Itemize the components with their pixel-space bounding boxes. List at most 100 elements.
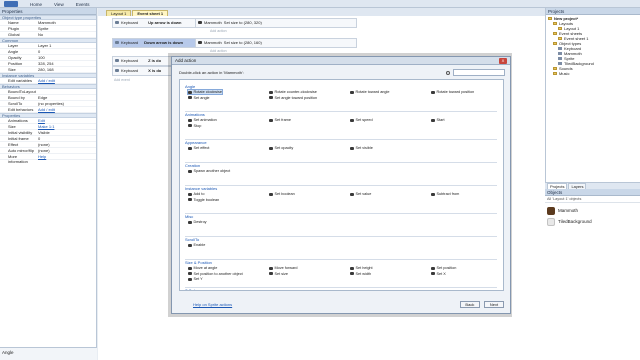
- action-item[interactable]: Start: [431, 118, 445, 122]
- action-text[interactable]: Set size to (280, 160): [224, 40, 262, 46]
- property-link[interactable]: Make 1:1: [36, 124, 96, 129]
- property-value[interactable]: Visible: [36, 130, 96, 135]
- property-name: Opacity: [8, 55, 22, 60]
- event-condition[interactable]: Z is do: [148, 58, 161, 64]
- property-name: Edit behaviors: [8, 107, 34, 112]
- action-item[interactable]: Set frame: [269, 118, 291, 122]
- property-value[interactable]: Mammoth: [36, 20, 96, 25]
- action-item[interactable]: Set angle: [188, 96, 210, 100]
- folder-icon: [553, 67, 557, 70]
- action-item[interactable]: Set value: [350, 192, 371, 196]
- event-condition[interactable]: Down arrow is down: [144, 40, 183, 46]
- action-item-label: Set speed: [355, 118, 373, 122]
- action-item[interactable]: Destroy: [188, 220, 207, 224]
- action-item[interactable]: Toggle boolean: [188, 198, 219, 202]
- property-value[interactable]: 0: [36, 49, 96, 54]
- object-list-item[interactable]: Mammoth: [547, 205, 638, 216]
- action-item[interactable]: Set opacity: [269, 146, 293, 150]
- action-category-header: Size & Position: [185, 260, 212, 265]
- keyboard-icon: [115, 41, 119, 44]
- action-item-label: Spawn another object: [193, 169, 231, 173]
- property-value[interactable]: (no properties): [36, 101, 96, 106]
- mammoth-icon: [431, 90, 435, 94]
- property-link[interactable]: Help: [36, 154, 96, 159]
- action-item[interactable]: Set size: [269, 272, 288, 276]
- action-item[interactable]: Rotate clockwise: [187, 89, 223, 95]
- action-item[interactable]: Move forward: [269, 266, 298, 270]
- action-item[interactable]: Set position to another object: [188, 272, 243, 276]
- action-item[interactable]: Subtract from: [431, 192, 459, 196]
- action-item[interactable]: Set angle toward position: [269, 96, 317, 100]
- action-item-label: Set visible: [355, 146, 373, 150]
- action-item[interactable]: Set speed: [350, 118, 373, 122]
- action-item-label: Toggle boolean: [193, 197, 220, 202]
- action-item[interactable]: Set Y: [188, 277, 203, 281]
- property-name: More information: [8, 154, 28, 164]
- help-link[interactable]: Help on Sprite actions: [193, 302, 232, 307]
- document-tabs: Layout 1 Event sheet 1: [98, 8, 545, 16]
- property-value[interactable]: Edge: [36, 95, 96, 100]
- property-row[interactable]: More information Help: [0, 154, 96, 164]
- folder-icon: [553, 22, 557, 25]
- action-object: Mammoth: [204, 40, 222, 45]
- action-item[interactable]: Set effect: [188, 146, 209, 150]
- property-value[interactable]: Sprite: [36, 26, 96, 31]
- action-item[interactable]: Add to: [188, 192, 204, 196]
- property-value[interactable]: Layer 1: [36, 43, 96, 48]
- action-item[interactable]: Set height: [350, 266, 373, 270]
- event-condition[interactable]: Up arrow is down: [148, 20, 181, 26]
- object-label: TiledBackground: [558, 219, 592, 224]
- tree-item[interactable]: Music: [548, 71, 638, 76]
- event-row[interactable]: Keyboard Up arrow is down Mammoth Set size…: [112, 18, 357, 28]
- action-item[interactable]: Move at angle: [188, 266, 217, 270]
- event-condition[interactable]: X is do: [148, 68, 161, 74]
- app-menu-icon[interactable]: [4, 1, 18, 7]
- menu-events[interactable]: Events: [76, 2, 90, 7]
- property-value[interactable]: No: [36, 32, 96, 37]
- action-item[interactable]: Set visible: [350, 146, 373, 150]
- add-event-link[interactable]: Add event: [114, 78, 130, 82]
- add-action-link[interactable]: Add action: [210, 29, 227, 33]
- mammoth-icon: [188, 118, 192, 122]
- action-item[interactable]: Stop: [188, 124, 201, 128]
- action-item[interactable]: Enable: [188, 243, 205, 247]
- action-item[interactable]: Set width: [350, 272, 371, 276]
- action-item[interactable]: Set boolean: [269, 192, 295, 196]
- property-value[interactable]: 0: [36, 136, 96, 141]
- mammoth-icon: [269, 272, 273, 275]
- objects-filter[interactable]: All 'Layout 1' objects: [545, 196, 640, 203]
- property-name: Bound by: [8, 95, 25, 100]
- action-item[interactable]: Set animation: [188, 118, 217, 122]
- next-button[interactable]: Next: [484, 300, 504, 308]
- menu-view[interactable]: View: [54, 2, 64, 7]
- search-input[interactable]: [446, 69, 505, 76]
- property-link[interactable]: Add / edit: [36, 78, 96, 83]
- action-item[interactable]: Spawn another object: [188, 169, 230, 173]
- action-text[interactable]: Set size to (280, 320): [224, 20, 262, 26]
- property-value[interactable]: 328, 254: [36, 61, 96, 66]
- action-item-label: Set animation: [193, 118, 217, 122]
- property-value[interactable]: (none): [36, 148, 96, 153]
- property-name: Initial visibility: [8, 130, 33, 135]
- property-value[interactable]: [36, 89, 96, 94]
- back-button[interactable]: Back: [459, 300, 480, 308]
- property-value[interactable]: (none): [36, 142, 96, 147]
- object-list-item[interactable]: TiledBackground: [547, 216, 638, 227]
- close-icon[interactable]: X: [499, 58, 507, 64]
- objects-panel: Objects All 'Layout 1' objects Mammoth Ti…: [545, 189, 640, 360]
- action-item[interactable]: Rotate toward angle: [350, 90, 389, 94]
- property-value[interactable]: 280, 168: [36, 67, 96, 72]
- action-item[interactable]: Rotate counter-clockwise: [269, 90, 317, 94]
- property-link[interactable]: Edit: [36, 118, 96, 123]
- action-item-label: Set frame: [274, 118, 291, 122]
- menu-bar: Home View Events: [0, 0, 640, 8]
- property-link[interactable]: Add / edit: [36, 107, 96, 112]
- action-item[interactable]: Set X: [431, 272, 446, 276]
- action-item[interactable]: Rotate toward position: [431, 90, 474, 94]
- event-row[interactable]: Keyboard Down arrow is down Mammoth Set si…: [112, 38, 357, 48]
- property-value[interactable]: 100: [36, 55, 96, 60]
- category-divider: [185, 236, 497, 237]
- action-item[interactable]: Set position: [431, 266, 456, 270]
- menu-home[interactable]: Home: [30, 2, 42, 7]
- mammoth-icon: [188, 124, 192, 127]
